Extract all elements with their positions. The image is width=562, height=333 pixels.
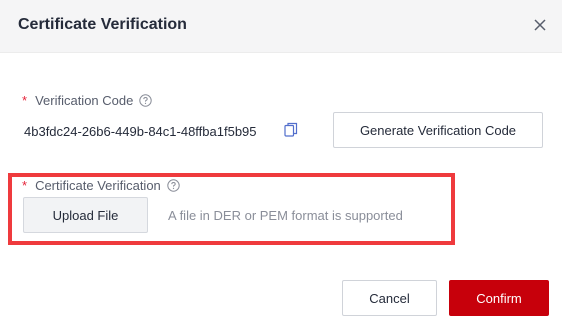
required-mark: * xyxy=(22,93,28,108)
verification-code-label-row: * Verification Code xyxy=(22,93,153,108)
certificate-verification-dialog: Certificate Verification * Verification … xyxy=(0,0,562,333)
generate-verification-code-button[interactable]: Generate Verification Code xyxy=(333,112,543,148)
required-mark: * xyxy=(22,178,28,193)
question-circle-icon[interactable] xyxy=(139,94,153,107)
certificate-verification-label-row: * Certificate Verification xyxy=(22,178,180,193)
close-icon[interactable] xyxy=(528,13,552,37)
verification-code-value: 4b3fdc24-26b6-449b-84c1-48ffba1f5b95 xyxy=(24,124,257,139)
confirm-button[interactable]: Confirm xyxy=(449,280,549,316)
dialog-title: Certificate Verification xyxy=(18,16,187,33)
file-format-hint: A file in DER or PEM format is supported xyxy=(168,208,403,223)
dialog-header: Certificate Verification xyxy=(0,0,562,53)
question-circle-icon[interactable] xyxy=(167,179,180,192)
copy-icon[interactable] xyxy=(284,122,298,142)
cancel-button[interactable]: Cancel xyxy=(342,280,437,316)
upload-file-button[interactable]: Upload File xyxy=(23,197,148,233)
verification-code-label: Verification Code xyxy=(35,93,134,108)
certificate-verification-label: Certificate Verification xyxy=(35,178,161,193)
